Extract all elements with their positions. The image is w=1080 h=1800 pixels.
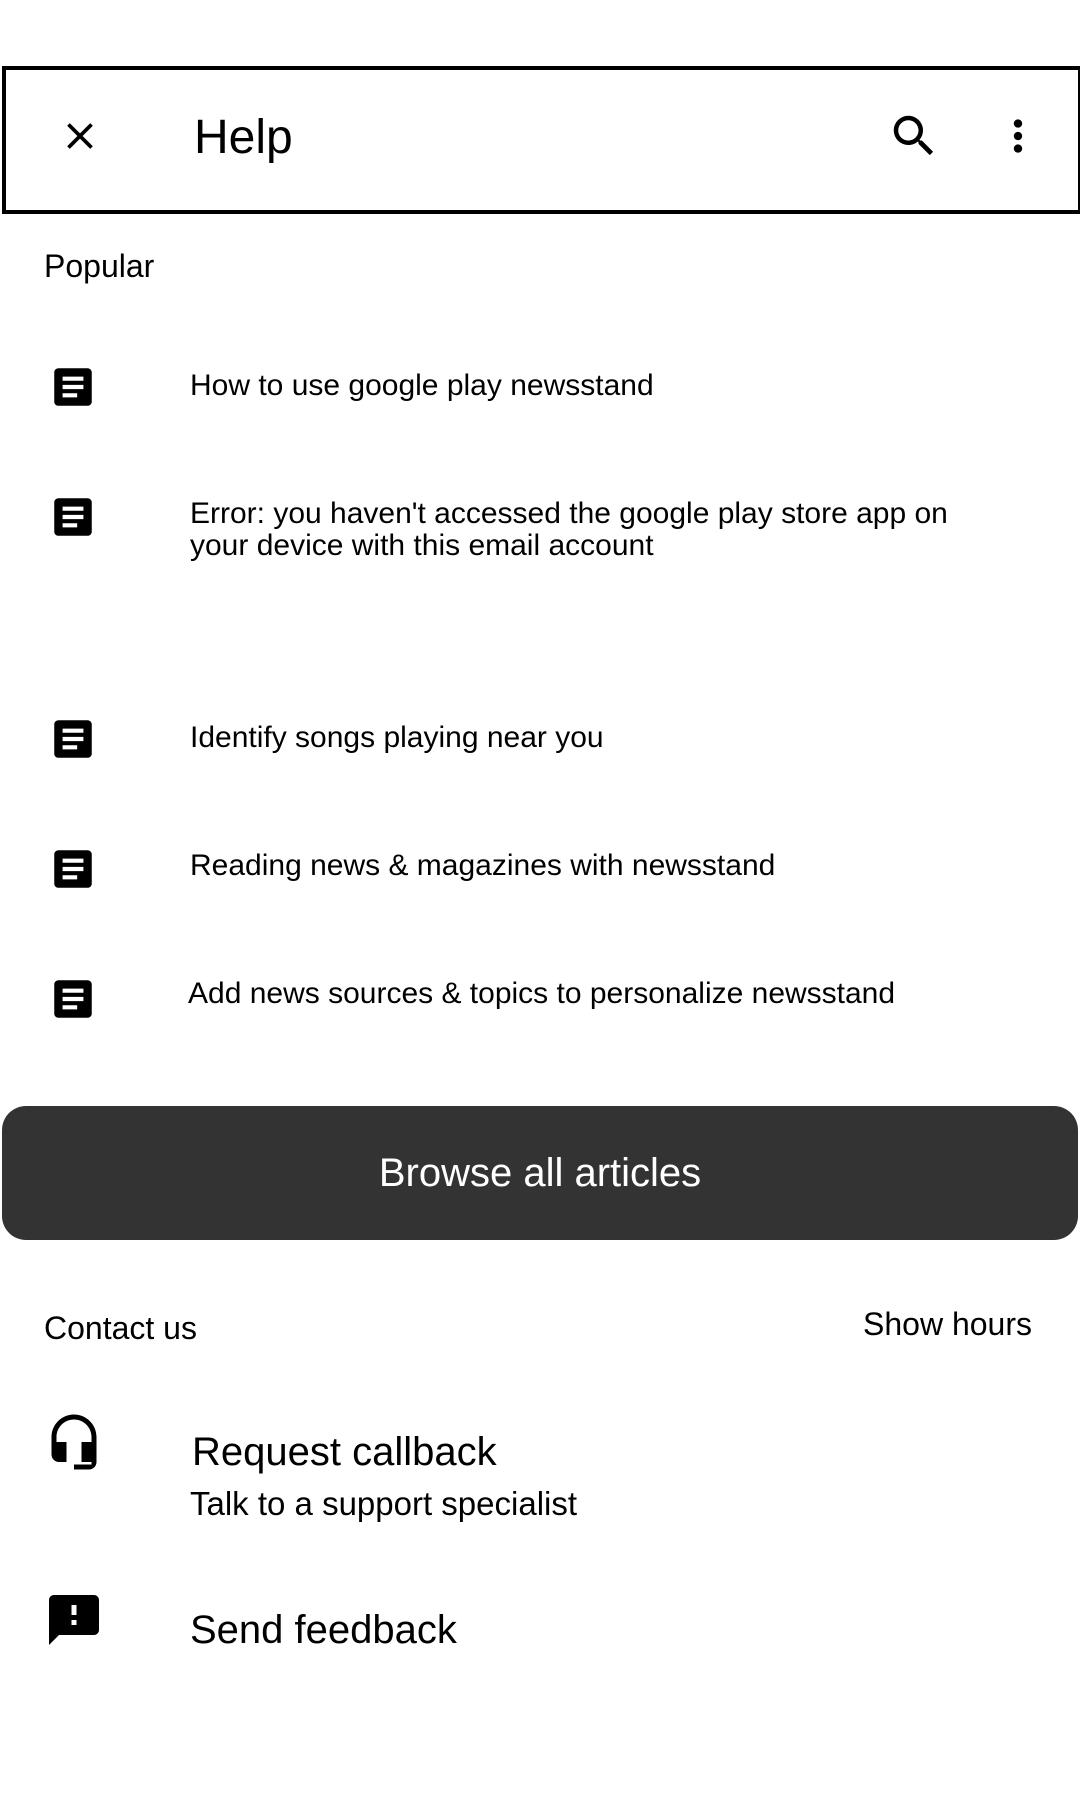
contact-section-title: Contact us (44, 1310, 197, 1346)
feedback-icon (49, 1595, 99, 1645)
article-label: Identify songs playing near you (190, 721, 604, 754)
page-title: Help (194, 111, 293, 164)
article-icon (54, 850, 92, 888)
article-icon (54, 498, 92, 536)
article-icon (54, 720, 92, 758)
search-button[interactable] (878, 100, 950, 172)
close-icon (67, 123, 93, 149)
browse-all-articles-button[interactable]: Browse all articles (2, 1106, 1078, 1240)
more-options-button[interactable] (990, 100, 1046, 172)
article-label: Reading news & magazines with newsstand (190, 849, 776, 882)
article-item[interactable]: Identify songs playing near you (0, 712, 1080, 802)
app-toolbar: Help (2, 66, 1080, 214)
request-callback-item[interactable]: Request callback Talk to a support speci… (0, 1410, 1080, 1540)
article-item[interactable]: How to use google play newsstand (0, 360, 1080, 450)
article-label: How to use google play newsstand (190, 369, 654, 402)
show-hours-link[interactable]: Show hours (863, 1304, 1032, 1344)
more-vert-icon (1013, 119, 1023, 153)
article-icon (54, 980, 92, 1018)
request-callback-subtitle: Talk to a support specialist (190, 1485, 578, 1522)
send-feedback-title: Send feedback (190, 1608, 457, 1652)
close-button[interactable] (44, 100, 116, 172)
headset-icon (51, 1414, 97, 1470)
article-label: Error: you haven't accessed the google p… (190, 497, 948, 562)
article-label: Add news sources & topics to personalize… (188, 977, 896, 1010)
send-feedback-item[interactable]: Send feedback (0, 1590, 1080, 1690)
popular-section-title: Popular (44, 248, 155, 284)
article-item[interactable]: Reading news & magazines with newsstand (0, 842, 1080, 932)
article-item[interactable]: Add news sources & topics to personalize… (0, 972, 1080, 1062)
request-callback-title: Request callback (192, 1430, 497, 1474)
article-icon (54, 368, 92, 406)
search-icon (893, 115, 934, 156)
article-item[interactable]: Error: you haven't accessed the google p… (0, 490, 1080, 630)
